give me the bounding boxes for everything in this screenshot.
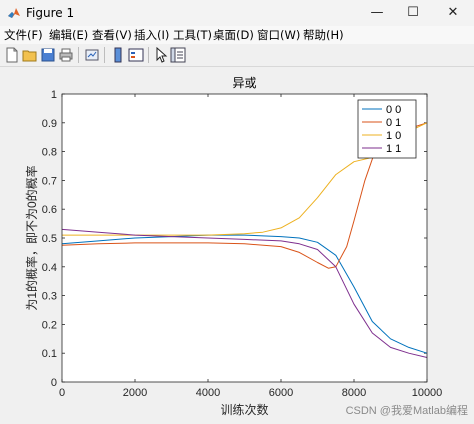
chart-title: 异或 bbox=[232, 76, 256, 90]
y-axis-label: 为1的概率，即不为0的概率 bbox=[24, 165, 39, 310]
insert-legend-icon[interactable] bbox=[128, 47, 144, 63]
menu-tools[interactable]: 工具(T) bbox=[173, 27, 212, 43]
x-tick-label: 8000 bbox=[342, 387, 366, 399]
window-title: Figure 1 bbox=[26, 6, 75, 20]
watermark: CSDN @我爱Matlab编程 bbox=[346, 403, 468, 417]
y-tick-label: 0.4 bbox=[42, 262, 57, 274]
toolbar-separator bbox=[148, 47, 149, 63]
print-icon[interactable] bbox=[58, 47, 74, 63]
y-tick-label: 0.3 bbox=[42, 291, 57, 303]
y-tick-label: 0.5 bbox=[42, 233, 57, 245]
menu-desktop[interactable]: 桌面(D) bbox=[213, 27, 254, 43]
x-axis-label: 训练次数 bbox=[220, 402, 268, 417]
x-tick-label: 4000 bbox=[196, 387, 220, 399]
y-tick-label: 0.1 bbox=[42, 348, 57, 360]
x-tick-label: 10000 bbox=[412, 387, 443, 399]
matlab-app-icon bbox=[8, 8, 20, 18]
toolbar-separator bbox=[78, 47, 79, 63]
x-tick-label: 6000 bbox=[269, 387, 293, 399]
property-inspector-icon[interactable] bbox=[170, 47, 186, 63]
menu-edit[interactable]: 编辑(E) bbox=[49, 27, 88, 43]
link-plot-icon[interactable] bbox=[84, 47, 100, 63]
maximize-button[interactable]: ☐ bbox=[396, 2, 430, 24]
y-tick-label: 0.7 bbox=[42, 175, 57, 187]
menu-view[interactable]: 查看(V) bbox=[92, 27, 132, 43]
new-figure-icon[interactable] bbox=[4, 47, 20, 63]
y-tick-label: 0.8 bbox=[42, 147, 57, 159]
figure-toolbar bbox=[0, 44, 474, 67]
menu-window[interactable]: 窗口(W) bbox=[257, 27, 300, 43]
x-tick-label: 2000 bbox=[123, 387, 147, 399]
y-tick-label: 0.6 bbox=[42, 204, 57, 216]
y-tick-label: 1 bbox=[51, 89, 57, 101]
x-tick-label: 0 bbox=[59, 387, 65, 399]
legend-label-0: 0 0 bbox=[386, 104, 401, 116]
menu-bar: 文件(F) 编辑(E) 查看(V) 插入(I) 工具(T) 桌面(D) 窗口(W… bbox=[0, 26, 474, 44]
close-button[interactable]: ✕ bbox=[436, 2, 470, 24]
open-file-icon[interactable] bbox=[22, 47, 38, 63]
insert-colorbar-icon[interactable] bbox=[110, 47, 126, 63]
menu-help[interactable]: 帮助(H) bbox=[303, 27, 344, 43]
menu-file[interactable]: 文件(F) bbox=[4, 27, 43, 43]
line-chart[interactable]: 0 2000 4000 6000 8000 10000 0 0.1 0.2 0.3 0.4 0.5 0.… bbox=[0, 67, 474, 421]
legend-label-1: 0 1 bbox=[386, 117, 401, 129]
y-tick-label: 0.2 bbox=[42, 319, 57, 331]
menu-insert[interactable]: 插入(I) bbox=[134, 27, 169, 43]
legend-label-2: 1 0 bbox=[386, 130, 401, 142]
window-titlebar: Figure 1 — ☐ ✕ bbox=[0, 0, 474, 26]
minimize-button[interactable]: — bbox=[360, 2, 394, 24]
toolbar-separator bbox=[104, 47, 105, 63]
legend-label-3: 1 1 bbox=[386, 143, 401, 155]
y-tick-label: 0.9 bbox=[42, 118, 57, 130]
legend[interactable]: 0 00 11 01 1 bbox=[357, 99, 417, 159]
save-icon[interactable] bbox=[40, 47, 56, 63]
y-tick-label: 0 bbox=[51, 377, 57, 389]
edit-plot-icon[interactable] bbox=[153, 47, 169, 63]
figure-canvas: 0 2000 4000 6000 8000 10000 0 0.1 0.2 0.3 0.4 0.5 0.… bbox=[0, 67, 474, 421]
